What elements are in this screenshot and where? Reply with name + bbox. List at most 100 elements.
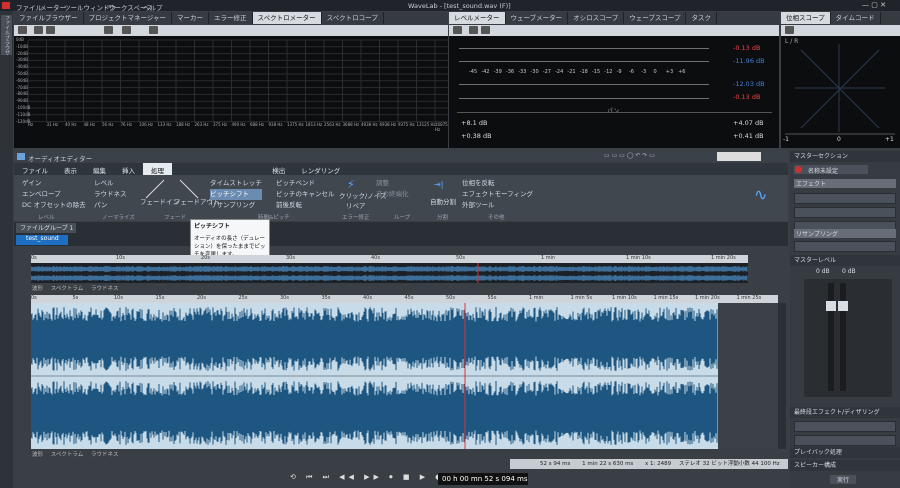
image-icon[interactable] xyxy=(149,26,158,34)
tail-button[interactable]: 音の終端化 xyxy=(376,189,409,200)
file-group-tab[interactable]: ファイルグループ 1 xyxy=(16,223,76,233)
envelope-button[interactable]: エンベロープ xyxy=(22,189,86,200)
ruler-label: 30s xyxy=(280,295,289,301)
resample-button[interactable]: リサンプリング xyxy=(210,200,262,211)
settings-icon[interactable] xyxy=(785,26,794,34)
effect-slot-1[interactable] xyxy=(794,193,896,204)
transport-time: 00 h 00 mn 52 s 094 ms xyxy=(438,473,528,485)
fader-handle-r[interactable] xyxy=(838,301,848,311)
final-slot-1[interactable] xyxy=(794,421,896,432)
overview-wave xyxy=(30,263,748,283)
settings-icon[interactable] xyxy=(18,26,27,34)
auto-split-button[interactable]: 自動分割 xyxy=(430,197,456,208)
tab-task[interactable]: タスク xyxy=(686,12,717,24)
meter-scale-label: 0 xyxy=(653,69,657,75)
ruler-label: 0s xyxy=(31,255,37,261)
tab-file-browser[interactable]: ファイルブラウザー xyxy=(14,12,84,24)
window-controls[interactable]: — ▢ ✕ xyxy=(862,1,898,10)
external-tools-button[interactable]: 外部ツール xyxy=(462,200,533,211)
check-icon[interactable] xyxy=(34,26,43,34)
effect-morph-button[interactable]: エフェクトモーフィング xyxy=(462,189,533,200)
main-view-tab-wave[interactable]: 波形 xyxy=(32,452,43,458)
tab-spectrometer[interactable]: スペクトロメーター xyxy=(252,12,322,24)
resample-bar[interactable]: リサンプリング xyxy=(794,229,896,238)
invert-phase-button[interactable]: 位相を反転 xyxy=(462,178,533,189)
ruler-label: 10s xyxy=(116,255,125,261)
speaker-label[interactable]: スピーカー構成 xyxy=(790,460,900,471)
folder-icon[interactable] xyxy=(122,26,131,34)
power-icon[interactable] xyxy=(795,166,802,173)
editor-dropdown[interactable] xyxy=(717,152,761,161)
tab-timecode[interactable]: タイムコード xyxy=(831,12,881,24)
meter-scale-label: +6 xyxy=(678,69,686,75)
menu-meter[interactable]: メーター xyxy=(40,2,66,12)
meter-scale-label: -9 xyxy=(616,69,622,75)
ruler-label: 1 min 25s xyxy=(736,295,762,301)
tab-phasescope[interactable]: 位相スコープ xyxy=(781,12,831,24)
spectro-x-label: 6938 Hz xyxy=(379,122,397,127)
transport-buttons[interactable]: ⟲ ⏮ ⏭ ◀◀ ▶▶ ⏺ ■ ▶ ● xyxy=(290,473,445,482)
ruler-label: 50s xyxy=(456,255,465,261)
group-loop: ループ xyxy=(394,215,411,221)
wave-scrollbar[interactable] xyxy=(778,303,786,449)
effect-slot-2[interactable] xyxy=(794,207,896,218)
repair-button[interactable]: リペア xyxy=(346,201,366,212)
ruler-label: 1 min 10s xyxy=(626,255,651,261)
split-icon[interactable]: ⇥| xyxy=(434,180,443,189)
tab-wavescope[interactable]: ウェーブスコープ xyxy=(624,12,687,24)
arrow-icon[interactable] xyxy=(104,26,113,34)
render-button[interactable]: 実行 xyxy=(830,475,856,484)
view-tab-spectrum[interactable]: スペクトラム xyxy=(51,286,83,292)
menu-help[interactable]: ヘルプ xyxy=(143,2,163,12)
pitch-bend-button[interactable]: ピッチベンド xyxy=(276,178,335,189)
pitch-quantize-button[interactable]: ピッチのキャンセル xyxy=(276,189,335,200)
left-strip-tab[interactable]: ファイルブラウザー xyxy=(1,15,12,55)
level-button[interactable]: レベル xyxy=(94,178,127,189)
main-view-tab-loudness[interactable]: ラウドネス xyxy=(91,452,119,458)
spectro-x-label: 3688 Hz xyxy=(342,122,360,127)
time-stretch-button[interactable]: タイムストレッチ xyxy=(210,178,262,189)
fader-handle-l[interactable] xyxy=(826,301,836,311)
preset-field[interactable]: 名称未設定 xyxy=(794,165,868,175)
resample-slot[interactable] xyxy=(794,241,896,252)
fader-track-r xyxy=(840,283,846,391)
tab-spectroscope[interactable]: スペクトロコープ xyxy=(322,12,384,24)
dc-offset-button[interactable]: DC オフセットの除去 xyxy=(22,200,86,211)
spectro-y-label: -60dB xyxy=(16,77,28,83)
settings-icon[interactable] xyxy=(453,26,462,34)
refresh-icon[interactable] xyxy=(481,26,490,34)
meter-scale-label: -45 xyxy=(469,69,478,75)
lightning-icon[interactable]: ⚡ xyxy=(347,178,355,191)
file-tab[interactable]: test_sound xyxy=(16,235,68,245)
loudness-button[interactable]: ラウドネス xyxy=(94,189,127,200)
tab-oscilloscope[interactable]: オシロスコープ xyxy=(568,12,625,24)
reverse-button[interactable]: 前後反転 xyxy=(276,200,335,211)
view-tab-loudness[interactable]: ラウドネス xyxy=(91,286,119,292)
peak-r: -0.13 dB xyxy=(733,93,761,101)
pan-button[interactable]: パン xyxy=(94,200,127,211)
adjust-button[interactable]: 調整 xyxy=(376,178,409,189)
main-waveform xyxy=(30,303,778,449)
tab-levelmeter[interactable]: レベルメーター xyxy=(449,12,506,24)
refresh-icon[interactable] xyxy=(46,26,55,34)
tab-error[interactable]: エラー修正 xyxy=(209,12,253,24)
tab-project[interactable]: プロジェクトマネージャー xyxy=(84,12,173,24)
phase-left: -1 xyxy=(783,136,789,143)
editor-toolbar-icons[interactable]: ▭ ▭ ▭ ◯ ↶ ↷ ▭ xyxy=(604,152,714,161)
meter-scale-label: -6 xyxy=(628,69,634,75)
group-split: 分割 xyxy=(437,215,449,221)
final-slot-2[interactable] xyxy=(794,435,896,446)
meter-bar-r xyxy=(459,84,709,85)
pan-left-2: +0.38 dB xyxy=(461,132,492,140)
pitch-shift-button[interactable]: ピッチシフト xyxy=(210,189,262,200)
master-fader-panel[interactable] xyxy=(804,279,892,397)
view-tab-wave[interactable]: 波形 xyxy=(32,286,43,292)
tab-wavemeter[interactable]: ウェーブメーター xyxy=(506,12,569,24)
check-icon[interactable] xyxy=(469,26,478,34)
effects-bar[interactable]: エフェクト xyxy=(794,179,896,188)
gain-button[interactable]: ゲイン xyxy=(22,178,86,189)
playback-label[interactable]: プレイバック処理 xyxy=(790,447,900,458)
main-view-tab-spectrum[interactable]: スペクトラム xyxy=(51,452,83,458)
menu-file[interactable]: ファイル xyxy=(16,2,42,12)
tab-marker[interactable]: マーカー xyxy=(172,12,210,24)
